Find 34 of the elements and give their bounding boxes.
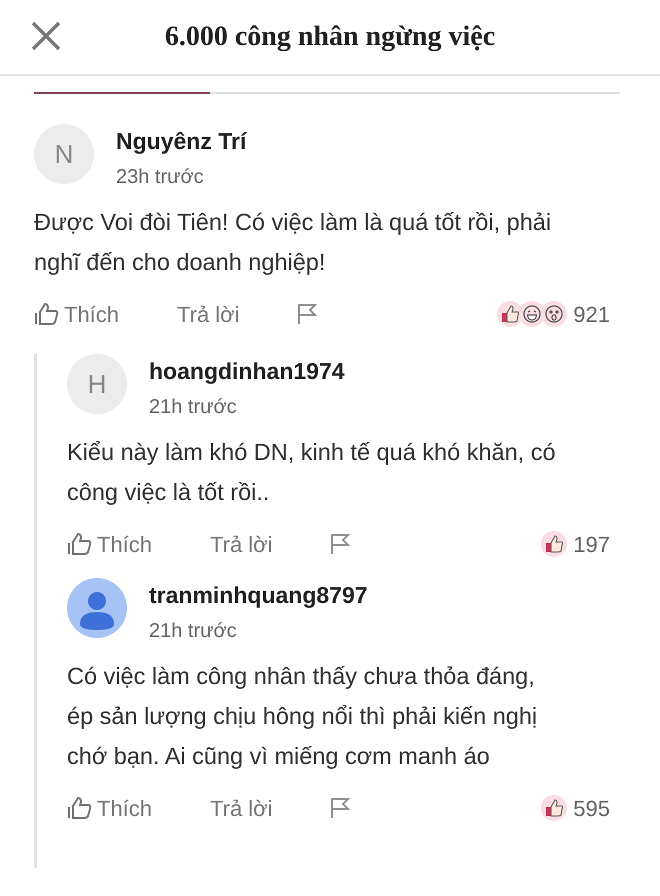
thumbs-up-icon bbox=[541, 795, 568, 821]
surprised-face-icon bbox=[541, 301, 568, 327]
laughing-face-icon bbox=[519, 301, 546, 327]
comment-text: Kiểu này làm khó DN, kinh tế quá khó khăn, có công việc là tốt rồi.. bbox=[67, 438, 557, 507]
like-button[interactable]: Thích bbox=[34, 298, 177, 330]
thumbs-up-icon bbox=[34, 302, 60, 326]
like-button[interactable]: Thích bbox=[67, 792, 210, 824]
author-name: hoangdinhan1974 bbox=[149, 357, 345, 386]
comment-text: Được Voi đòi Tiên! Có việc làm là quá tốt rồi, phải nghĩ đến cho doanh nghiệp! bbox=[34, 208, 552, 277]
person-avatar-icon bbox=[67, 578, 127, 638]
reply-button[interactable]: Trả lời bbox=[210, 528, 330, 560]
author-name: tranminhquang8797 bbox=[149, 581, 368, 610]
flag-icon[interactable] bbox=[330, 797, 350, 819]
comment-time: 23h trước bbox=[116, 165, 205, 190]
thumbs-up-icon bbox=[497, 301, 524, 327]
comment-time: 21h trước bbox=[149, 619, 238, 644]
reply-button[interactable]: Trả lời bbox=[177, 298, 297, 330]
thumbs-up-icon bbox=[67, 796, 93, 820]
thumbs-up-icon bbox=[541, 531, 568, 557]
thumbs-up-icon bbox=[67, 532, 93, 556]
article-title: 6.000 công nhân ngừng việc bbox=[164, 20, 496, 54]
author-name: Nguyênz Trí bbox=[116, 127, 246, 156]
avatar: N bbox=[34, 124, 94, 184]
reaction-count: 197 bbox=[573, 530, 610, 558]
comment-time: 21h trước bbox=[149, 395, 238, 420]
flag-icon[interactable] bbox=[297, 303, 317, 325]
close-icon[interactable] bbox=[30, 20, 62, 52]
avatar: H bbox=[67, 354, 127, 414]
like-button[interactable]: Thích bbox=[67, 528, 210, 560]
reaction-count: 921 bbox=[573, 300, 610, 328]
comment-text: Có việc làm công nhân thấy chưa thỏa đáng, ép sản lượng chịu hông nổi thì phải kiến nghị chớ bạn. Ai cũng vì miếng cơm manh áo bbox=[67, 662, 538, 771]
reaction-count: 595 bbox=[573, 794, 610, 822]
reply-button[interactable]: Trả lời bbox=[210, 792, 330, 824]
flag-icon[interactable] bbox=[330, 533, 350, 555]
